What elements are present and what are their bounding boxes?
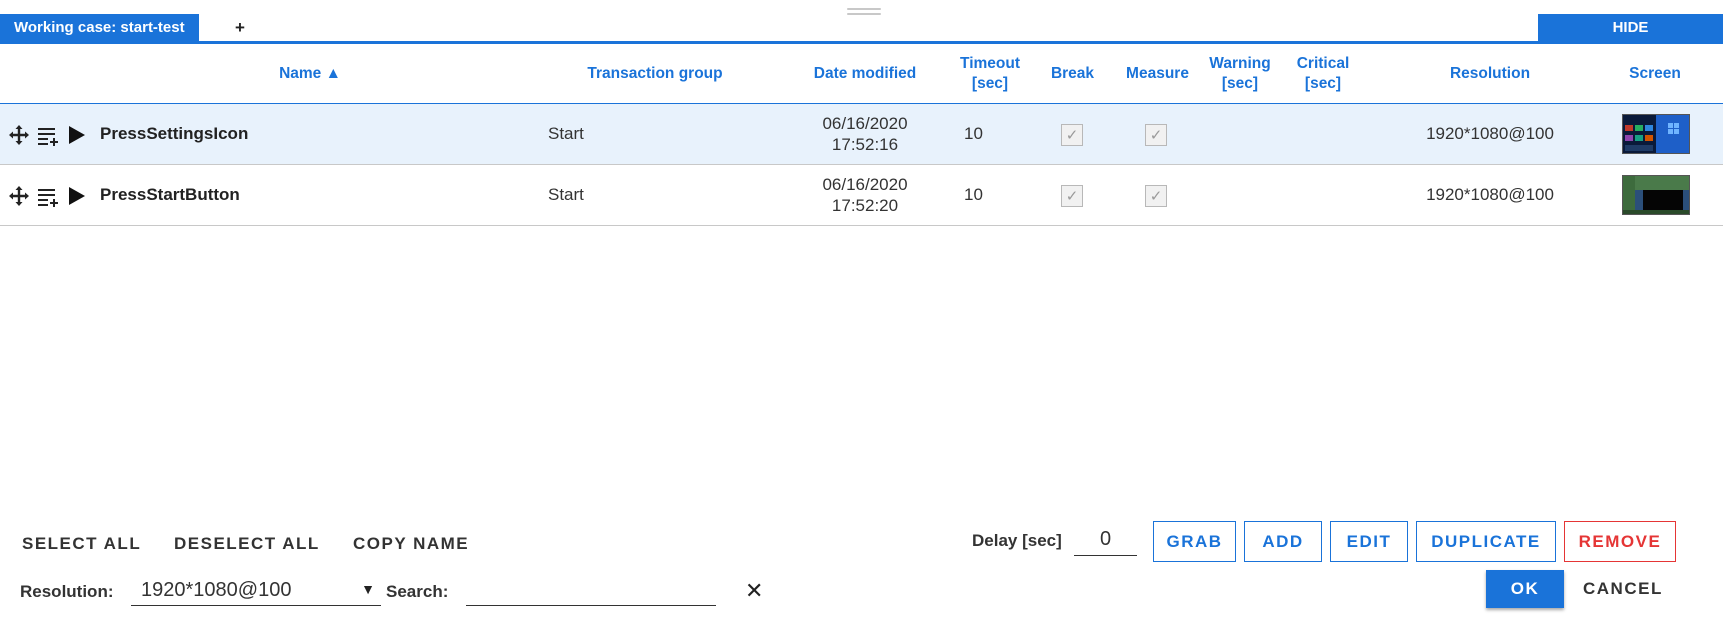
tab-bar: Working case: start-test + HIDE xyxy=(0,14,1723,44)
column-header-date-modified[interactable]: Date modified xyxy=(790,44,940,104)
row-break-checkbox[interactable]: ✓ xyxy=(1061,124,1083,146)
hide-button[interactable]: HIDE xyxy=(1538,14,1723,42)
row-name: PressStartButton xyxy=(100,185,240,204)
row-measure-checkbox[interactable]: ✓ xyxy=(1145,124,1167,146)
play-icon[interactable] xyxy=(66,185,88,207)
row-transaction-group: Start xyxy=(548,185,584,204)
move-icon[interactable] xyxy=(8,185,30,207)
edit-button[interactable]: EDIT xyxy=(1330,521,1408,562)
dropdown-arrow-icon: ▼ xyxy=(361,581,375,597)
row-timeout: 10 xyxy=(964,185,983,204)
search-label: Search: xyxy=(386,582,449,601)
row-date-modified: 06/16/2020 17:52:16 xyxy=(822,114,908,154)
select-all-button[interactable]: SELECT ALL xyxy=(22,534,141,554)
search-input[interactable] xyxy=(466,576,716,606)
resolution-select-value: 1920*1080@100 xyxy=(141,579,292,601)
table-header: Name ▲ Transaction group Date modified T… xyxy=(0,44,1723,104)
column-header-screen[interactable]: Screen xyxy=(1610,44,1700,104)
add-button[interactable]: ADD xyxy=(1244,521,1322,562)
play-icon[interactable] xyxy=(66,124,88,146)
grab-button[interactable]: GRAB xyxy=(1153,521,1236,562)
clear-icon[interactable]: ✕ xyxy=(745,580,763,602)
row-screen-thumbnail[interactable] xyxy=(1622,175,1690,215)
row-timeout: 10 xyxy=(964,124,983,143)
recording-editor: Working case: start-test + HIDE Name ▲ T… xyxy=(0,0,1723,630)
row-critical xyxy=(1283,165,1363,225)
row-transaction-group: Start xyxy=(548,124,584,143)
ok-button[interactable]: OK xyxy=(1486,570,1564,608)
row-measure-checkbox[interactable]: ✓ xyxy=(1145,185,1167,207)
tab-working-case[interactable]: Working case: start-test xyxy=(0,14,199,42)
details-icon[interactable] xyxy=(37,124,59,146)
resolution-label: Resolution: xyxy=(20,582,114,601)
table-row[interactable]: PressStartButton Start 06/16/2020 17:52:… xyxy=(0,165,1723,226)
cancel-button[interactable]: CANCEL xyxy=(1583,579,1663,599)
remove-button[interactable]: REMOVE xyxy=(1564,521,1676,562)
move-icon[interactable] xyxy=(8,124,30,146)
table-row[interactable]: PressSettingsIcon Start 06/16/2020 17:52… xyxy=(0,104,1723,165)
column-header-break[interactable]: Break xyxy=(1040,44,1105,104)
resolution-select[interactable]: 1920*1080@100 ▼ xyxy=(131,576,381,606)
row-screen-thumbnail[interactable] xyxy=(1622,114,1690,154)
column-header-timeout[interactable]: Timeout [sec] xyxy=(945,44,1035,104)
column-header-name[interactable]: Name ▲ xyxy=(180,44,440,104)
details-icon[interactable] xyxy=(37,185,59,207)
column-header-warning[interactable]: Warning [sec] xyxy=(1200,44,1280,104)
duplicate-button[interactable]: DUPLICATE xyxy=(1416,521,1556,562)
row-break-checkbox[interactable]: ✓ xyxy=(1061,185,1083,207)
deselect-all-button[interactable]: DESELECT ALL xyxy=(174,534,320,554)
column-header-transaction-group[interactable]: Transaction group xyxy=(560,44,750,104)
column-header-measure[interactable]: Measure xyxy=(1115,44,1200,104)
row-resolution: 1920*1080@100 xyxy=(1426,124,1554,143)
row-resolution: 1920*1080@100 xyxy=(1426,185,1554,204)
add-tab-button[interactable]: + xyxy=(230,14,250,42)
row-date-modified: 06/16/2020 17:52:20 xyxy=(822,175,908,215)
row-warning xyxy=(1200,165,1280,225)
column-header-critical[interactable]: Critical [sec] xyxy=(1283,44,1363,104)
delay-label: Delay [sec] xyxy=(972,531,1062,550)
row-critical xyxy=(1283,104,1363,164)
delay-input[interactable] xyxy=(1074,524,1137,556)
row-warning xyxy=(1200,104,1280,164)
copy-name-button[interactable]: COPY NAME xyxy=(353,534,469,554)
column-header-resolution[interactable]: Resolution xyxy=(1410,44,1570,104)
row-name: PressSettingsIcon xyxy=(100,124,249,143)
